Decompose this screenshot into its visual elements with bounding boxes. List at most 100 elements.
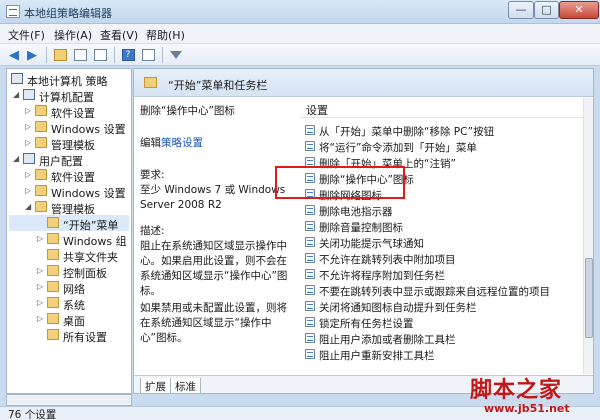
folder-icon	[35, 137, 47, 148]
folder-icon	[47, 249, 59, 260]
policy-icon	[305, 333, 315, 343]
watermark-url: www.jb51.net	[484, 402, 570, 415]
expand-icon[interactable]: ▷	[37, 235, 45, 243]
expand-icon[interactable]: ▷	[37, 267, 45, 275]
folder-icon	[47, 329, 59, 340]
tree-item-start-menu[interactable]: “开始”菜单	[9, 215, 129, 232]
settings-list: 设置 从「开始」菜单中删除“移除 PC”按钮 将“运行”命令添加到「开始」菜单 …	[300, 98, 583, 374]
list-item[interactable]: 阻止用户添加或者删除工具栏	[300, 330, 583, 346]
tree-item-windows-settings[interactable]: ▷ Windows 设置	[9, 119, 129, 136]
computer-icon	[11, 73, 23, 84]
show-hide-tree-icon[interactable]	[72, 47, 88, 63]
policy-icon	[305, 269, 315, 279]
minimize-button[interactable]: —	[508, 1, 534, 19]
forward-icon[interactable]: ▶	[24, 47, 40, 63]
menu-file[interactable]: 文件(F)	[8, 27, 45, 43]
folder-icon	[35, 185, 47, 196]
tree-item-windows-components[interactable]: ▷ Windows 组	[9, 231, 129, 248]
tree-item-system[interactable]: ▷ 系统	[9, 295, 129, 312]
list-item[interactable]: 锁定所有任务栏设置	[300, 314, 583, 330]
menu-action[interactable]: 操作(A)	[54, 27, 92, 43]
settings-count: 76 个设置	[8, 409, 57, 420]
expand-icon[interactable]: ▷	[37, 283, 45, 291]
expand-icon[interactable]: ▷	[25, 187, 33, 195]
folder-icon	[47, 297, 59, 308]
collapse-icon[interactable]: ◢	[25, 203, 33, 211]
policy-icon	[305, 125, 315, 135]
policy-description-panel: 删除“操作中心”图标 编辑策略设置 要求: 至少 Windows 7 或 Win…	[134, 98, 299, 374]
tree-item-software-settings[interactable]: ▷ 软件设置	[9, 167, 129, 184]
user-icon	[23, 153, 35, 164]
list-item[interactable]: 从「开始」菜单中删除“移除 PC”按钮	[300, 122, 583, 138]
toolbar-separator	[162, 47, 163, 63]
list-item[interactable]: 不要在跳转列表中显示或跟踪来自远程位置的项目	[300, 282, 583, 298]
policy-tree: 本地计算机 策略 ◢ 计算机配置 ▷ 软件设置 ▷ Windows 设置 ▷ 管…	[6, 68, 132, 394]
scrollbar-thumb[interactable]	[585, 258, 593, 338]
settings-column-header[interactable]: 设置	[300, 98, 583, 118]
list-item[interactable]: 关闭将通知图标自动提升到任务栏	[300, 298, 583, 314]
list-item[interactable]: 关闭功能提示气球通知	[300, 234, 583, 250]
policy-icon	[305, 285, 315, 295]
properties-icon[interactable]	[140, 47, 156, 63]
tree-item-local-policy[interactable]: 本地计算机 策略	[9, 71, 129, 88]
expand-icon[interactable]: ▷	[25, 139, 33, 147]
maximize-button[interactable]: □	[534, 1, 559, 19]
policy-icon	[305, 237, 315, 247]
tree-item-network[interactable]: ▷ 网络	[9, 279, 129, 296]
description-text: 阻止在系统通知区域显示操作中心。如果启用此设置，则不会在系统通知区域显示“操作中…	[140, 240, 288, 297]
policy-icon	[305, 141, 315, 151]
list-item[interactable]: 删除音量控制图标	[300, 218, 583, 234]
policy-icon	[305, 301, 315, 311]
help-icon[interactable]: ?	[120, 47, 136, 63]
policy-icon	[305, 253, 315, 263]
tree-item-computer-config[interactable]: ◢ 计算机配置	[9, 87, 129, 104]
expand-icon[interactable]: ▷	[25, 123, 33, 131]
folder-icon	[47, 233, 59, 244]
export-list-icon[interactable]	[92, 47, 108, 63]
description-label: 描述:	[140, 225, 165, 237]
tree-item-software-settings[interactable]: ▷ 软件设置	[9, 103, 129, 120]
red-highlight-box	[275, 166, 405, 199]
edit-policy-link[interactable]: 策略设置	[161, 137, 203, 149]
category-title: “开始”菜单和任务栏	[168, 79, 268, 92]
collapse-icon[interactable]: ◢	[13, 91, 21, 99]
expand-icon[interactable]: ▷	[37, 299, 45, 307]
folder-icon	[144, 77, 157, 88]
close-button[interactable]: ✕	[559, 1, 599, 19]
expand-icon[interactable]: ▷	[25, 107, 33, 115]
folder-icon	[35, 201, 47, 212]
edit-prefix: 编辑	[140, 137, 161, 149]
list-item[interactable]: 不允许在跳转列表中附加项目	[300, 250, 583, 266]
menu-help[interactable]: 帮助(H)	[146, 27, 185, 43]
details-pane: “开始”菜单和任务栏 删除“操作中心”图标 编辑策略设置 要求: 至少 Wind…	[133, 68, 594, 394]
list-item[interactable]: 删除电池指示器	[300, 202, 583, 218]
tree-item-admin-templates[interactable]: ▷ 管理模板	[9, 135, 129, 152]
tree-item-shared-folders[interactable]: 共享文件夹	[9, 247, 129, 264]
tree-item-windows-settings[interactable]: ▷ Windows 设置	[9, 183, 129, 200]
filter-icon[interactable]	[168, 47, 184, 63]
policy-icon	[305, 221, 315, 231]
tree-item-admin-templates[interactable]: ◢ 管理模板	[9, 199, 129, 216]
description-text-2: 如果禁用或未配置此设置，则将在系统通知区域显示“操作中心”图标。	[140, 302, 287, 344]
tree-item-desktop[interactable]: ▷ 桌面	[9, 311, 129, 328]
expand-icon[interactable]: ▷	[25, 171, 33, 179]
menu-bar: 文件(F) 操作(A) 查看(V) 帮助(H)	[0, 24, 600, 44]
tab-standard[interactable]: 标准	[170, 378, 201, 393]
menu-view[interactable]: 查看(V)	[100, 27, 138, 43]
list-item[interactable]: 将“运行”命令添加到「开始」菜单	[300, 138, 583, 154]
tab-extended[interactable]: 扩展	[140, 378, 171, 393]
tree-item-control-panel[interactable]: ▷ 控制面板	[9, 263, 129, 280]
tree-item-user-config[interactable]: ◢ 用户配置	[9, 151, 129, 168]
tree-item-all-settings[interactable]: 所有设置	[9, 327, 129, 344]
up-folder-icon[interactable]	[52, 47, 68, 63]
collapse-icon[interactable]: ◢	[13, 155, 21, 163]
back-icon[interactable]: ◀	[6, 47, 22, 63]
tree-horizontal-scrollbar[interactable]	[6, 394, 132, 406]
settings-vertical-scrollbar[interactable]	[583, 98, 593, 374]
list-item[interactable]: 不允许将程序附加到任务栏	[300, 266, 583, 282]
list-item[interactable]: 阻止用户重新安排工具栏	[300, 346, 583, 362]
policy-icon	[305, 317, 315, 327]
expand-icon[interactable]: ▷	[37, 315, 45, 323]
toolbar-separator	[46, 47, 47, 63]
policy-icon	[305, 349, 315, 359]
